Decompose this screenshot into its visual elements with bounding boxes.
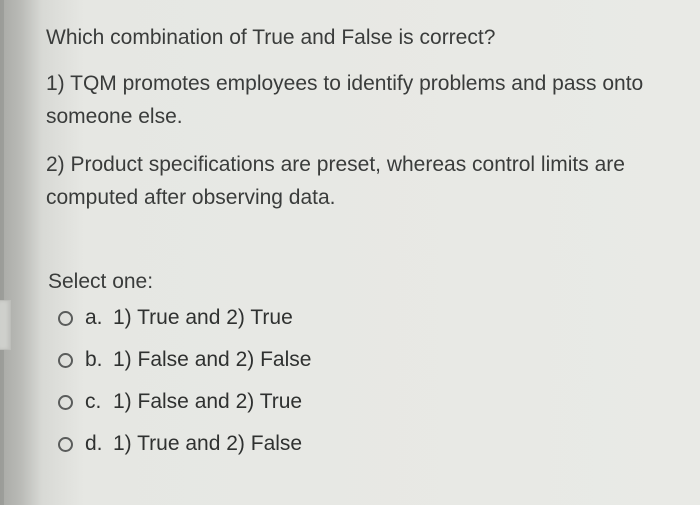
question-title: Which combination of True and False is c… (46, 26, 686, 50)
option-letter: b. (85, 348, 113, 372)
option-letter: c. (85, 390, 113, 414)
option-text: 1) False and 2) True (113, 390, 302, 414)
radio-icon[interactable] (58, 353, 73, 368)
option-c[interactable]: c. 1) False and 2) True (58, 390, 686, 414)
statement-1: 1) TQM promotes employees to identify pr… (46, 68, 686, 133)
statement-2: 2) Product specifications are preset, wh… (46, 149, 686, 214)
options-group: a. 1) True and 2) True b. 1) False and 2… (46, 306, 686, 456)
radio-icon[interactable] (58, 437, 73, 452)
option-a[interactable]: a. 1) True and 2) True (58, 306, 686, 330)
page-left-shadow (0, 0, 4, 505)
option-d[interactable]: d. 1) True and 2) False (58, 432, 686, 456)
option-letter: a. (85, 306, 113, 330)
option-text: 1) False and 2) False (113, 348, 311, 372)
option-letter: d. (85, 432, 113, 456)
select-one-label: Select one: (46, 270, 686, 294)
page-binding-notch (0, 300, 11, 350)
option-text: 1) True and 2) False (113, 432, 302, 456)
question-sheet: Which combination of True and False is c… (22, 0, 700, 505)
radio-icon[interactable] (58, 395, 73, 410)
option-text: 1) True and 2) True (113, 306, 293, 330)
option-b[interactable]: b. 1) False and 2) False (58, 348, 686, 372)
radio-icon[interactable] (58, 311, 73, 326)
